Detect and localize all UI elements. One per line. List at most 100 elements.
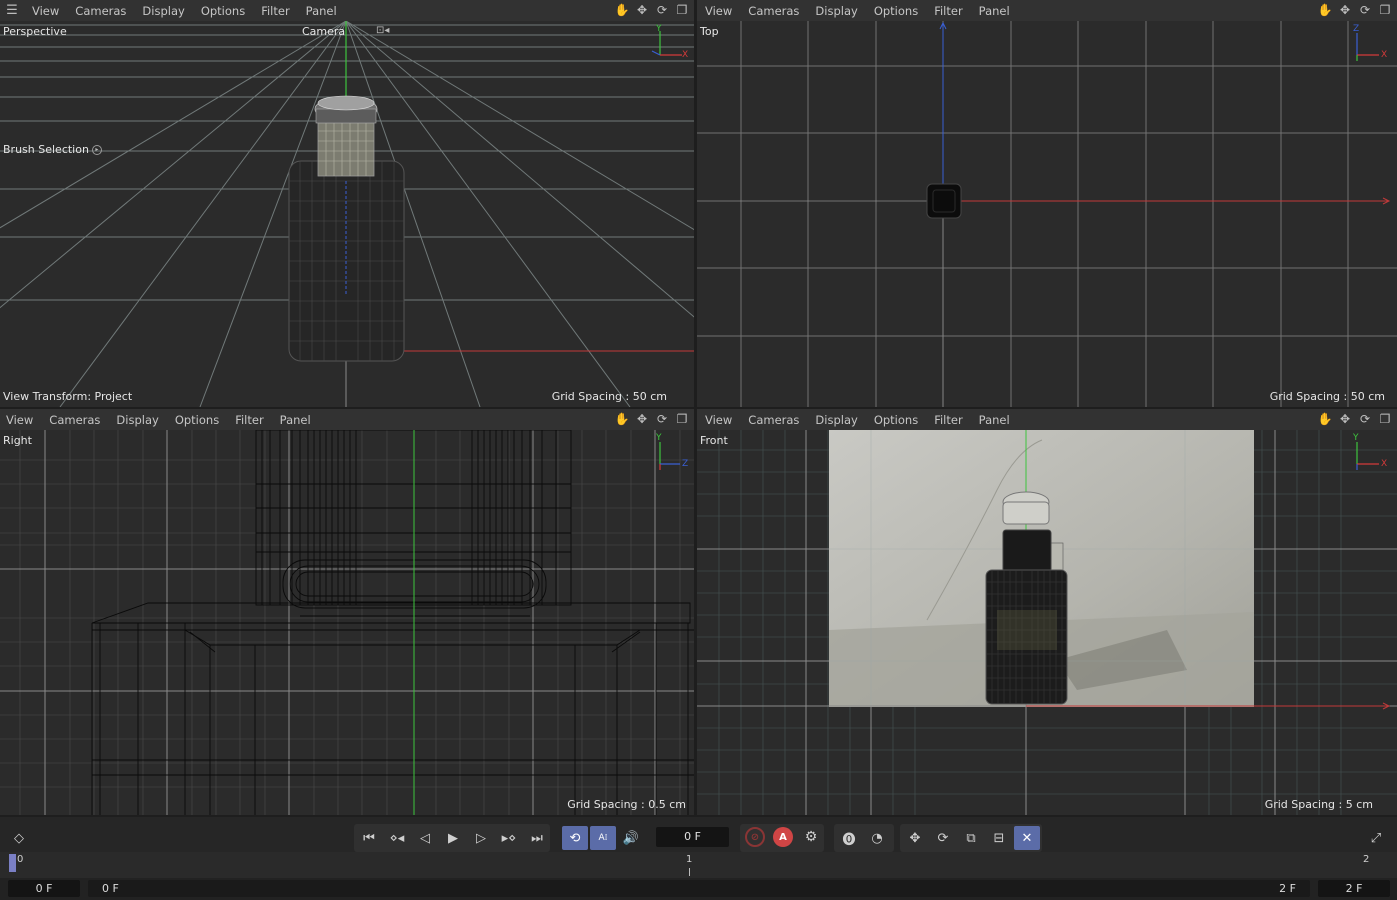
camera-link-icon[interactable]: ⊡◂ — [376, 25, 389, 36]
rotate-key-icon[interactable]: ⟳ — [930, 826, 956, 850]
grid-spacing-front: Grid Spacing : 5 cm — [1264, 798, 1373, 811]
previous-frame-icon[interactable]: ◁ — [412, 826, 438, 850]
end-frame-field[interactable]: 2 F — [1318, 880, 1390, 897]
menu-cameras[interactable]: Cameras — [41, 413, 108, 427]
grid-spacing-right: Grid Spacing : 0.5 cm — [567, 798, 686, 811]
range-end-label: 2 F — [1279, 882, 1296, 895]
viewport-top[interactable]: View Cameras Display Options Filter Pane… — [697, 0, 1397, 407]
go-to-start-icon[interactable]: ⏮ — [356, 826, 382, 850]
menu-filter[interactable]: Filter — [253, 4, 297, 18]
move-arrows-icon[interactable]: ✥ — [634, 411, 650, 427]
viewport-menubar: View Cameras Display Options Filter Pane… — [697, 0, 1397, 21]
menu-panel[interactable]: Panel — [298, 4, 345, 18]
go-to-end-icon[interactable]: ⏭ — [524, 826, 550, 850]
menu-panel[interactable]: Panel — [971, 413, 1018, 427]
brush-options-icon[interactable]: ▸ — [91, 144, 102, 155]
pan-hand-icon[interactable]: ✋ — [1317, 2, 1333, 18]
front-scene — [697, 430, 1397, 815]
maximize-view-icon[interactable]: ❐ — [1377, 411, 1393, 427]
move-arrows-icon[interactable]: ✥ — [1337, 2, 1353, 18]
audio-track-icon[interactable]: A⁞ — [590, 826, 616, 850]
viewport-menubar: View Cameras Display Options Filter Pane… — [697, 409, 1397, 430]
loop-icon[interactable]: ⟲ — [562, 826, 588, 850]
key-settings-icon[interactable]: ⚙ — [801, 827, 821, 847]
menu-display[interactable]: Display — [108, 413, 166, 427]
menu-display[interactable]: Display — [807, 4, 865, 18]
bottle-top-view — [926, 183, 962, 219]
record-key-icon[interactable]: ⊘ — [745, 827, 765, 847]
viewport-menubar: ☰ View Cameras Display Options Filter Pa… — [0, 0, 694, 21]
range-bar: 0 F 0 F 2 F 2 F — [0, 878, 1397, 900]
maximize-view-icon[interactable]: ❐ — [1377, 2, 1393, 18]
menu-filter[interactable]: Filter — [227, 413, 271, 427]
menu-filter[interactable]: Filter — [926, 413, 970, 427]
pan-hand-icon[interactable]: ✋ — [614, 2, 630, 18]
menu-panel[interactable]: Panel — [272, 413, 319, 427]
timeline-ruler[interactable]: 0 1 2 — [0, 852, 1397, 878]
viewport-name-front: Front — [700, 434, 728, 447]
perspective-canvas[interactable]: Y X Perspective Camera ⊡◂ Brush Selectio… — [0, 21, 694, 407]
brush-selection-label[interactable]: Brush Selection ▸ — [3, 143, 102, 156]
right-canvas[interactable]: Y Z Right Grid Spacing : 0.5 cm — [0, 430, 694, 815]
front-canvas[interactable]: Y X Front Grid Spacing : 5 cm — [697, 430, 1397, 815]
menu-cameras[interactable]: Cameras — [740, 413, 807, 427]
ruler-mark — [689, 868, 690, 876]
rotate-view-icon[interactable]: ⟳ — [1357, 2, 1373, 18]
menu-cameras[interactable]: Cameras — [67, 4, 134, 18]
menu-panel[interactable]: Panel — [971, 4, 1018, 18]
viewport-name-perspective: Perspective — [3, 25, 67, 38]
menu-display[interactable]: Display — [134, 4, 192, 18]
keyframe-filter-icon[interactable]: ⓿ — [836, 826, 862, 850]
autokey-button[interactable]: A — [773, 827, 793, 847]
rotate-view-icon[interactable]: ⟳ — [654, 2, 670, 18]
next-key-icon[interactable]: ▸⋄ — [496, 826, 522, 850]
sound-icon[interactable]: 🔊 — [618, 826, 644, 850]
next-frame-icon[interactable]: ▷ — [468, 826, 494, 850]
menu-view[interactable]: View — [24, 4, 67, 18]
menu-view[interactable]: View — [697, 413, 740, 427]
active-camera-label[interactable]: Camera — [302, 25, 345, 38]
start-frame-field[interactable]: 0 F — [8, 880, 80, 897]
ruler-tick-2: 2 — [1363, 854, 1370, 865]
viewport-name-right: Right — [3, 434, 32, 447]
ruler-tick-0: 0 — [17, 854, 24, 865]
viewport-right[interactable]: View Cameras Display Options Filter Pane… — [0, 409, 694, 815]
menu-options[interactable]: Options — [866, 4, 926, 18]
menu-options[interactable]: Options — [193, 4, 253, 18]
current-frame-field[interactable]: 0 F — [656, 827, 729, 847]
viewport-perspective[interactable]: ☰ View Cameras Display Options Filter Pa… — [0, 0, 694, 407]
motion-filter-icon[interactable]: ◔ — [864, 826, 890, 850]
timeline-zoom-icon[interactable]: ⤢ — [1363, 826, 1389, 850]
rotate-view-icon[interactable]: ⟳ — [654, 411, 670, 427]
menu-cameras[interactable]: Cameras — [740, 4, 807, 18]
rotate-view-icon[interactable]: ⟳ — [1357, 411, 1373, 427]
perspective-scene — [0, 21, 694, 407]
gizmo-y-label: Y — [656, 433, 662, 443]
hamburger-menu-icon[interactable]: ☰ — [0, 0, 24, 21]
menu-view[interactable]: View — [0, 413, 41, 427]
move-arrows-icon[interactable]: ✥ — [1337, 411, 1353, 427]
range-slider[interactable]: 0 F 2 F — [88, 880, 1310, 897]
menu-display[interactable]: Display — [807, 413, 865, 427]
point-level-key-icon[interactable]: ✕ — [1014, 826, 1040, 850]
viewport-front[interactable]: View Cameras Display Options Filter Pane… — [697, 409, 1397, 815]
playhead[interactable] — [9, 854, 16, 872]
previous-key-icon[interactable]: ⋄◂ — [384, 826, 410, 850]
move-key-icon[interactable]: ✥ — [902, 826, 928, 850]
menu-options[interactable]: Options — [167, 413, 227, 427]
menu-options[interactable]: Options — [866, 413, 926, 427]
pan-hand-icon[interactable]: ✋ — [614, 411, 630, 427]
top-canvas[interactable]: Z X Top Grid Spacing : 50 cm — [697, 21, 1397, 407]
move-arrows-icon[interactable]: ✥ — [634, 2, 650, 18]
brush-selection-text: Brush Selection — [3, 143, 89, 156]
play-icon[interactable]: ▶ — [440, 826, 466, 850]
menu-view[interactable]: View — [697, 4, 740, 18]
maximize-view-icon[interactable]: ❐ — [674, 411, 690, 427]
gizmo-x-label: X — [1381, 50, 1388, 60]
menu-filter[interactable]: Filter — [926, 4, 970, 18]
parameter-key-icon[interactable]: ⊟ — [986, 826, 1012, 850]
maximize-view-icon[interactable]: ❐ — [674, 2, 690, 18]
keyframe-diamond-icon[interactable]: ◇ — [6, 826, 32, 850]
scale-key-icon[interactable]: ⧉ — [958, 826, 984, 850]
pan-hand-icon[interactable]: ✋ — [1317, 411, 1333, 427]
